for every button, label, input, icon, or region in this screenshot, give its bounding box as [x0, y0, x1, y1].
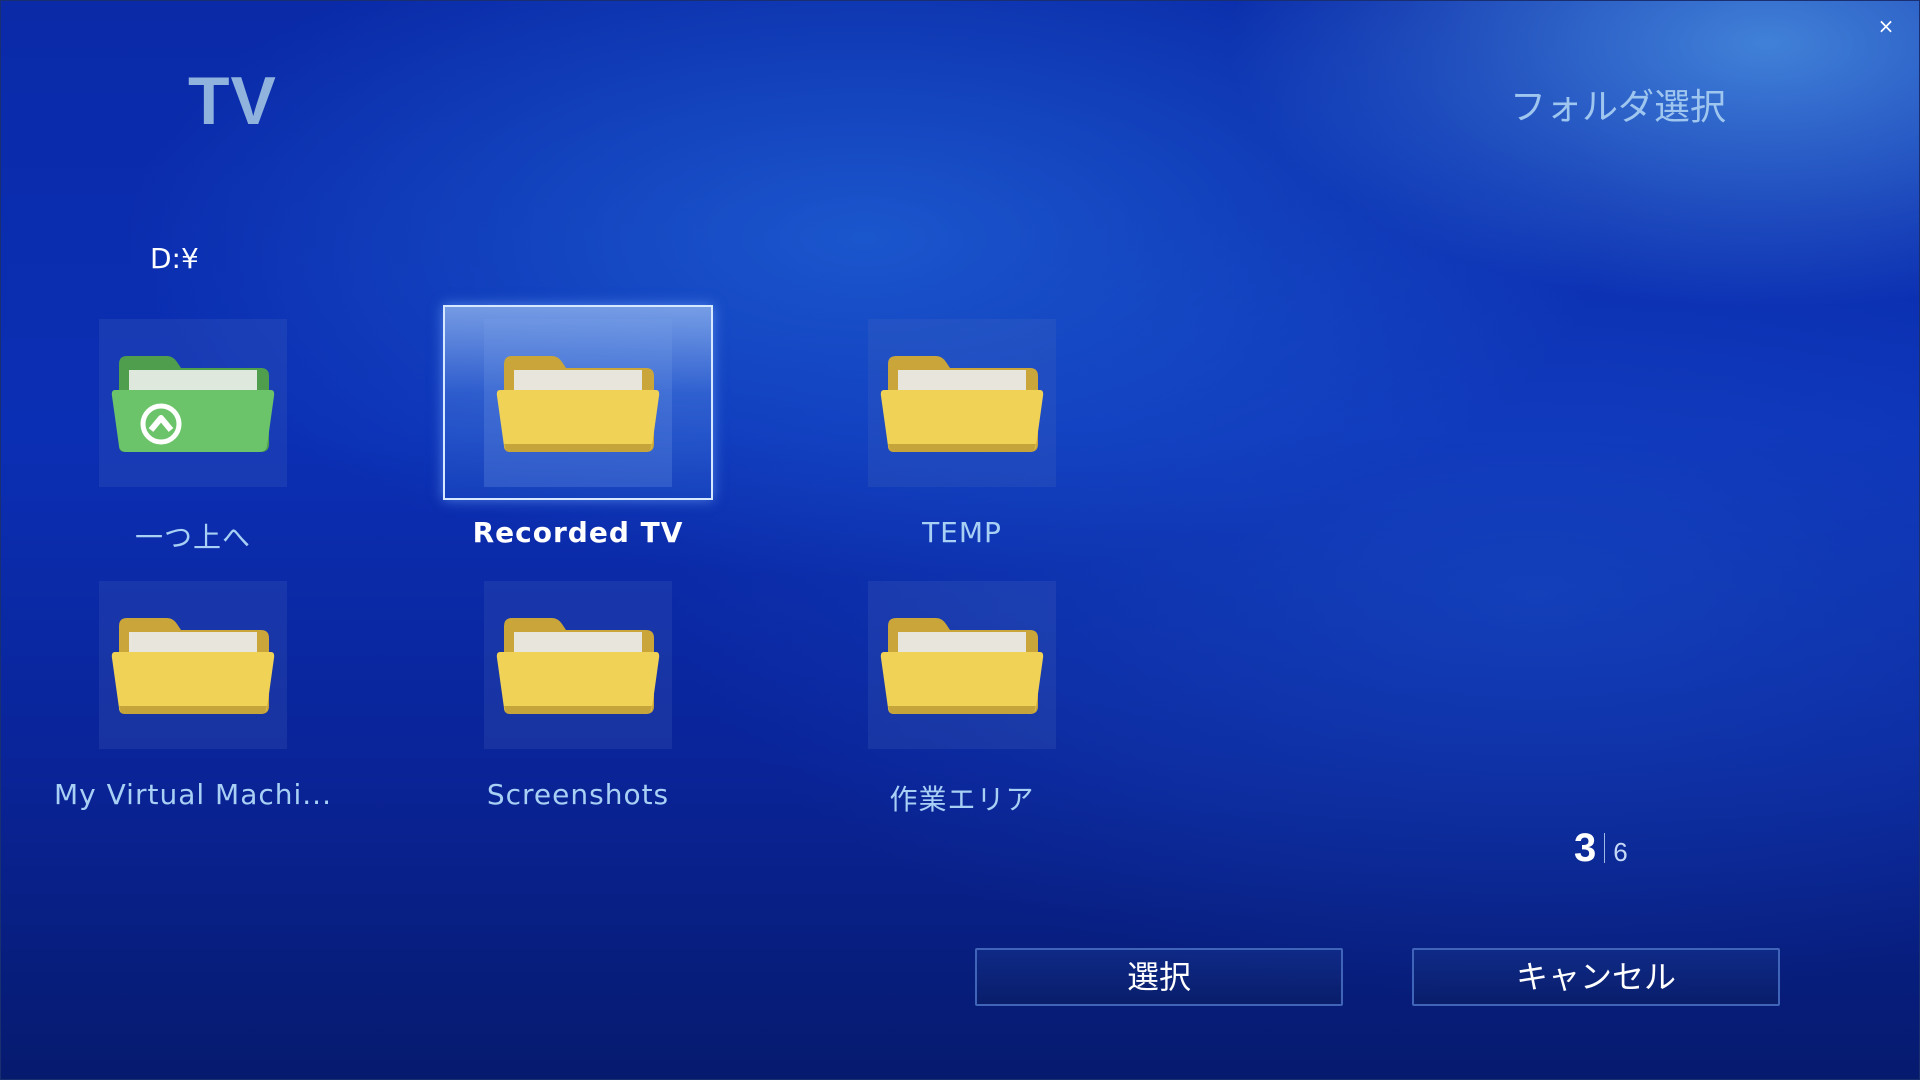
- folder-icon: [880, 617, 1044, 714]
- app-title: TV: [188, 63, 277, 139]
- close-button[interactable]: ×: [1874, 14, 1898, 38]
- current-path: D:¥: [150, 242, 199, 275]
- folder-tile-work-area[interactable]: [827, 567, 1097, 762]
- folder-label: 作業エリア: [889, 783, 1035, 816]
- folder-tile-recorded-tv[interactable]: [443, 305, 713, 500]
- folder-tile-up[interactable]: [58, 305, 328, 500]
- folder-tile-screenshots[interactable]: [443, 567, 713, 762]
- folder-label: TEMP: [922, 516, 1002, 549]
- folder-icon: [496, 617, 660, 714]
- folder-label: My Virtual Machi...: [54, 778, 332, 811]
- folder-tile-my-virtual-machines[interactable]: [58, 567, 328, 762]
- folder-up-icon: [111, 355, 275, 452]
- folder-tile-temp[interactable]: [827, 305, 1097, 500]
- page-separator: [1604, 833, 1606, 863]
- folder-label: 一つ上へ: [134, 521, 251, 554]
- folder-icon: [496, 355, 660, 452]
- total-pages: 6: [1613, 837, 1628, 867]
- folder-label: Recorded TV: [472, 516, 684, 549]
- select-button[interactable]: 選択: [975, 948, 1343, 1006]
- current-page: 3: [1574, 826, 1597, 870]
- folder-icon: [111, 617, 275, 714]
- cancel-button[interactable]: キャンセル: [1412, 948, 1780, 1006]
- page-title: フォルダ選択: [1509, 87, 1726, 128]
- folder-label: Screenshots: [486, 778, 670, 811]
- page-indicator: 36: [1574, 826, 1628, 871]
- folder-icon: [880, 355, 1044, 452]
